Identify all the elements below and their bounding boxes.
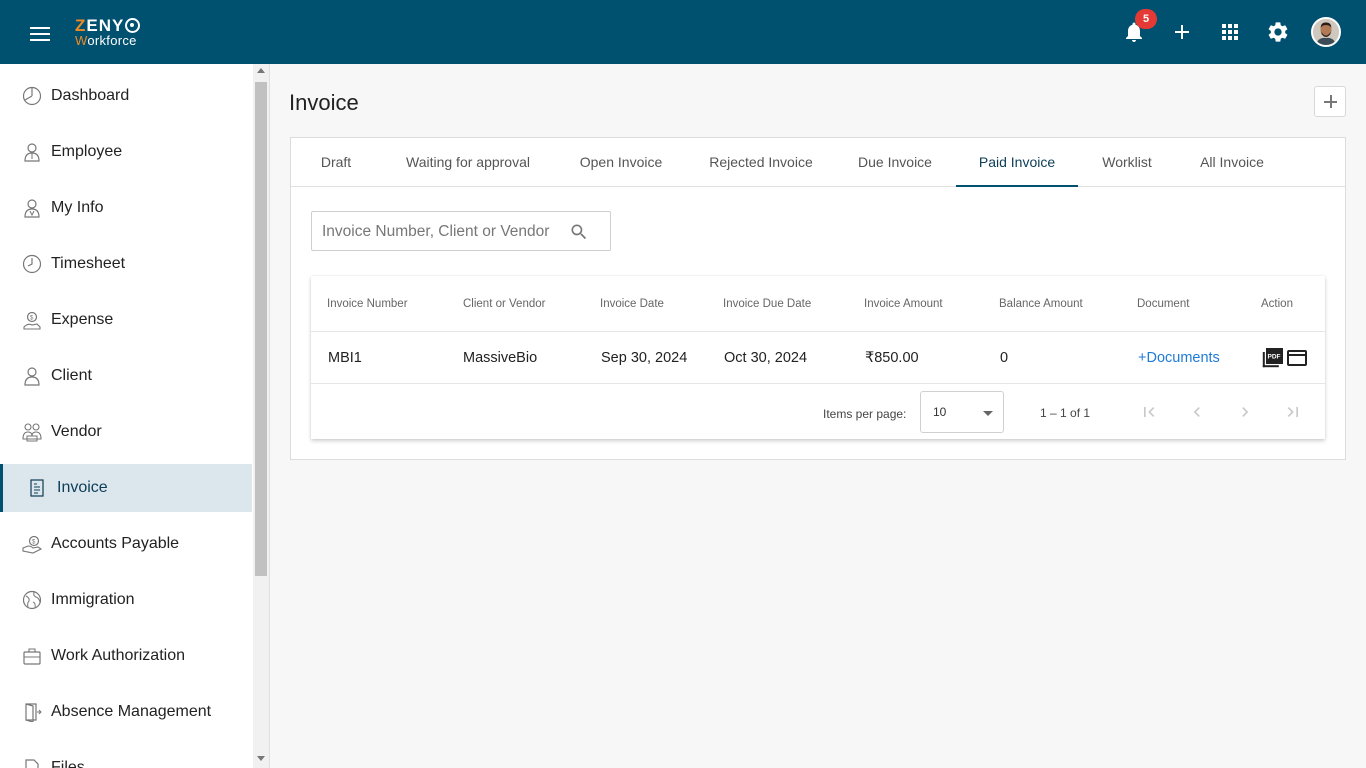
sidebar-item-timesheet[interactable]: Timesheet <box>0 240 252 288</box>
sidebar-item-label: Immigration <box>51 591 135 608</box>
accounts-payable-icon: $ <box>22 535 42 554</box>
menu-icon[interactable] <box>30 27 50 41</box>
expense-icon: $ <box>23 311 41 330</box>
vendor-icon <box>22 423 42 442</box>
sidebar-item-vendor[interactable]: Vendor <box>0 408 252 456</box>
plus-icon[interactable] <box>1170 20 1194 44</box>
sidebar-item-client[interactable]: Client <box>0 352 252 400</box>
items-per-page-value: 10 <box>933 405 947 419</box>
tab-due-invoice[interactable]: Due Invoice <box>847 138 943 187</box>
clock-icon <box>22 254 42 274</box>
tab-draft[interactable]: Draft <box>307 138 365 187</box>
cell-invoice-number[interactable]: MBI1 <box>328 332 362 384</box>
zenyo-logo[interactable]: Z ENY Workforce <box>75 17 141 47</box>
invoice-tabs: Draft Waiting for approval Open Invoice … <box>291 138 1345 187</box>
tab-rejected-invoice[interactable]: Rejected Invoice <box>699 138 823 187</box>
column-header-invoice-number[interactable]: Invoice Number <box>327 276 408 332</box>
scroll-down-arrow-icon[interactable] <box>257 756 265 761</box>
cell-balance-amount: 0 <box>1000 350 1009 366</box>
employee-icon <box>24 143 40 162</box>
card-icon[interactable] <box>1286 348 1308 368</box>
gear-icon[interactable] <box>1266 20 1290 44</box>
sidebar-item-label: Dashboard <box>51 87 130 104</box>
tab-open-invoice[interactable]: Open Invoice <box>569 138 673 187</box>
sidebar-item-expense[interactable]: $ Expense <box>0 296 252 344</box>
avatar[interactable] <box>1311 17 1341 47</box>
page-title: Invoice <box>289 90 359 115</box>
svg-text:$: $ <box>30 316 34 322</box>
sidebar-item-work-authorization[interactable]: Work Authorization <box>0 632 252 680</box>
sidebar-item-label: Timesheet <box>51 255 126 272</box>
column-header-invoice-due-date[interactable]: Invoice Due Date <box>723 276 811 332</box>
search-input[interactable] <box>322 222 562 242</box>
apps-grid-icon[interactable] <box>1218 20 1242 44</box>
sidebar-item-my-info[interactable]: My Info <box>0 184 252 232</box>
paginator-range-label: 1 – 1 of 1 <box>1040 406 1091 420</box>
sidebar-item-label: Absence Management <box>51 703 212 720</box>
door-icon <box>25 703 42 722</box>
cell-invoice-date: Sep 30, 2024 <box>601 350 688 366</box>
previous-page-icon[interactable] <box>1187 402 1207 422</box>
sidebar-item-accounts-payable[interactable]: $ Accounts Payable <box>0 520 252 568</box>
sidebar-item-label: Files <box>51 759 85 768</box>
column-header-balance-amount[interactable]: Balance Amount <box>999 276 1083 332</box>
sidebar-item-label: Accounts Payable <box>51 535 180 552</box>
top-app-bar: Z ENY Workforce 5 <box>0 0 1366 64</box>
client-icon <box>24 367 40 386</box>
sidebar-item-absence-management[interactable]: Absence Management <box>0 688 252 736</box>
user-photo-icon <box>1313 19 1339 45</box>
sidebar-item-label: Work Authorization <box>51 647 185 664</box>
svg-text:$: $ <box>32 540 36 546</box>
sidebar: Dashboard Employee My Info Timesheet $ E… <box>0 64 270 768</box>
tab-all-invoice[interactable]: All Invoice <box>1189 138 1275 187</box>
globe-icon <box>22 590 42 610</box>
sidebar-item-immigration[interactable]: Immigration <box>0 576 252 624</box>
add-invoice-button[interactable] <box>1314 86 1346 117</box>
next-page-icon[interactable] <box>1235 402 1255 422</box>
column-header-action: Action <box>1261 298 1293 310</box>
row-divider <box>311 383 1325 384</box>
cell-invoice-amount: ₹850.00 <box>865 350 919 366</box>
invoice-card: Draft Waiting for approval Open Invoice … <box>290 137 1346 460</box>
sidebar-item-label: Invoice <box>57 479 108 496</box>
sidebar-item-employee[interactable]: Employee <box>0 128 252 176</box>
cell-invoice-due-date: Oct 30, 2024 <box>724 350 808 366</box>
tab-worklist[interactable]: Worklist <box>1093 138 1161 187</box>
invoice-search-box <box>311 211 611 251</box>
files-icon <box>25 759 39 768</box>
scroll-up-arrow-icon[interactable] <box>257 68 265 73</box>
items-per-page-label: Items per page: <box>823 407 907 421</box>
invoice-icon <box>30 479 44 497</box>
invoice-table: Invoice Number Client or Vendor Invoice … <box>311 276 1325 439</box>
sidebar-item-label: My Info <box>51 199 104 216</box>
sidebar-item-files[interactable]: Files <box>0 744 252 768</box>
svg-text:PDF: PDF <box>1268 354 1281 361</box>
pdf-icon[interactable]: PDF <box>1262 348 1284 368</box>
sidebar-item-dashboard[interactable]: Dashboard <box>0 72 252 120</box>
scrollbar-thumb[interactable] <box>255 82 267 576</box>
sidebar-item-label: Client <box>51 367 92 384</box>
search-icon[interactable] <box>569 222 589 242</box>
column-header-invoice-date[interactable]: Invoice Date <box>600 276 664 332</box>
sidebar-item-label: Expense <box>51 311 114 328</box>
column-header-document: Document <box>1137 298 1190 310</box>
column-header-client-or-vendor[interactable]: Client or Vendor <box>463 276 545 332</box>
tab-paid-invoice[interactable]: Paid Invoice <box>956 138 1078 187</box>
my-info-icon <box>24 199 40 218</box>
sidebar-item-label: Vendor <box>51 423 102 440</box>
sidebar-item-label: Employee <box>51 143 123 160</box>
briefcase-icon <box>23 648 41 665</box>
dashboard-icon <box>22 86 42 106</box>
dropdown-caret-icon <box>983 411 993 416</box>
tab-waiting-for-approval[interactable]: Waiting for approval <box>395 138 541 187</box>
cell-client-or-vendor: MassiveBio <box>463 350 538 366</box>
sidebar-scrollbar[interactable] <box>253 64 269 768</box>
notification-badge: 5 <box>1135 9 1157 29</box>
column-header-invoice-amount[interactable]: Invoice Amount <box>864 276 943 332</box>
last-page-icon[interactable] <box>1283 402 1303 422</box>
items-per-page-select[interactable]: 10 <box>920 391 1004 433</box>
sidebar-item-invoice[interactable]: Invoice <box>0 464 252 512</box>
documents-link[interactable]: +Documents <box>1138 332 1220 384</box>
first-page-icon[interactable] <box>1139 402 1159 422</box>
